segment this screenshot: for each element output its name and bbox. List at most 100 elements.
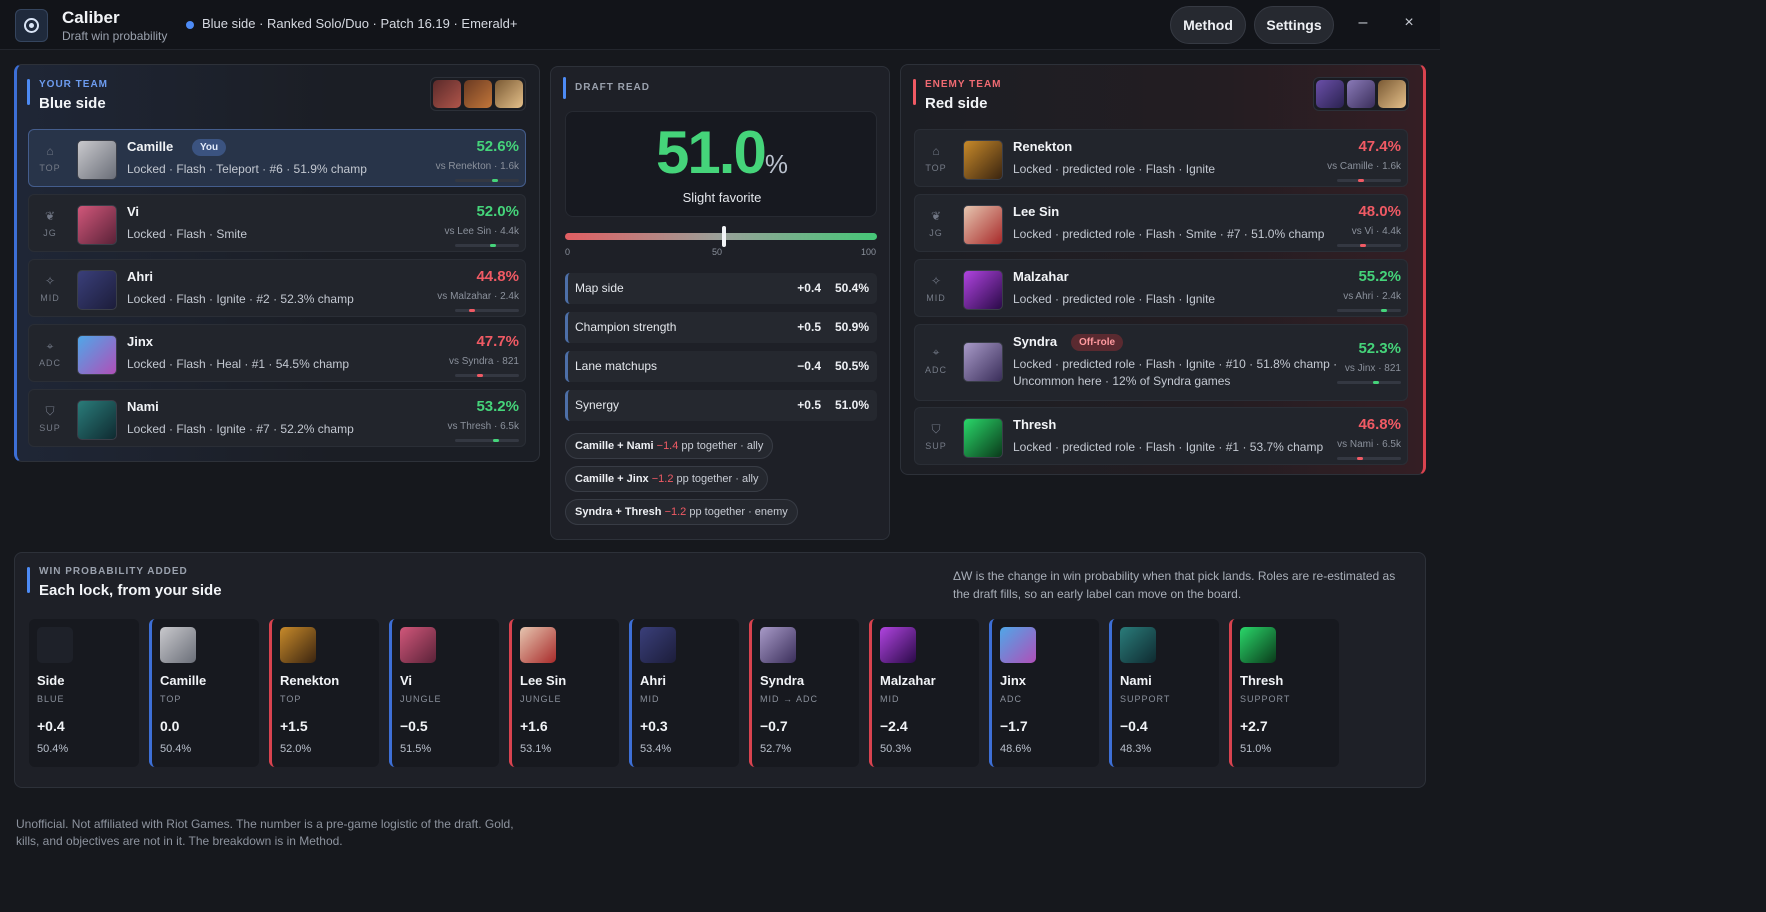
matchup-vs: vs Vi · 4.4k	[1351, 226, 1401, 237]
card-role: TOP	[160, 694, 182, 704]
matchup-marker	[490, 244, 496, 247]
lock-card-ahri[interactable]: Ahri MID +0.3 53.4%	[629, 619, 739, 767]
enemy-row-jungle[interactable]: ❦ JG Lee Sin Locked · predicted role · F…	[914, 194, 1408, 252]
side-indicator-dot	[186, 21, 194, 29]
ally-row-jungle[interactable]: ❦ JG Vi Locked · Flash · Smite 52.0% vs …	[28, 194, 526, 252]
matchup-vs: vs Renekton · 1.6k	[435, 161, 519, 172]
factor-lane-matchups[interactable]: Lane matchups −0.4 50.5%	[565, 351, 877, 382]
off-role-badge: Off-role	[1071, 334, 1124, 351]
champion-portrait	[963, 270, 1003, 310]
ally-row-support[interactable]: ⛉ SUP Nami Locked · Flash · Ignite · #7 …	[28, 389, 526, 447]
card-name: Malzahar	[880, 673, 936, 688]
factor-value: 50.5%	[834, 359, 869, 373]
matchup-bar	[455, 374, 519, 377]
matchup-marker	[1373, 381, 1379, 384]
lock-card-side[interactable]: Side BLUE +0.4 50.4%	[29, 619, 139, 767]
section-accent	[27, 567, 30, 593]
champion-name: Nami	[127, 399, 159, 414]
matchup-marker	[1358, 179, 1364, 182]
you-badge: You	[192, 139, 227, 156]
matchup-marker	[1381, 309, 1387, 312]
synergy-chip[interactable]: Camille + Jinx −1.2 pp together · ally	[565, 466, 769, 492]
enemy-row-adc[interactable]: ⌖ ADC Syndra Off-role Locked · predicted…	[914, 324, 1408, 401]
champion-portrait	[77, 270, 117, 310]
win-probability-bar	[565, 233, 877, 240]
synergy-chip[interactable]: Camille + Nami −1.4 pp together · ally	[565, 433, 774, 459]
timeline-note: ΔW is the change in win probability when…	[953, 569, 1396, 601]
champion-details: Locked · Flash · Heal · #1 · 54.5% champ	[127, 357, 350, 371]
lock-card-lee-sin[interactable]: Lee Sin JUNGLE +1.6 53.1%	[509, 619, 619, 767]
champion-portrait	[1120, 627, 1156, 663]
matchup-win-rate: 52.3%	[1358, 340, 1401, 357]
role-label: SUP	[925, 441, 947, 451]
matchup-bar	[455, 244, 519, 247]
your-team-title: Blue side	[39, 95, 106, 112]
card-role: BLUE	[37, 694, 65, 704]
matchup-win-rate: 46.8%	[1358, 416, 1401, 433]
ally-row-mid[interactable]: ✧ MID Ahri Locked · Flash · Ignite · #2 …	[28, 259, 526, 317]
factor-synergy[interactable]: Synergy +0.5 51.0%	[565, 390, 877, 421]
champion-details: Locked · predicted role · Flash · Ignite…	[1013, 440, 1324, 454]
lock-card-camille[interactable]: Camille TOP 0.0 50.4%	[149, 619, 259, 767]
lock-card-renekton[interactable]: Renekton TOP +1.5 52.0%	[269, 619, 379, 767]
your-team-kicker: YOUR TEAM	[39, 79, 108, 90]
win-probability: 51.0%	[566, 118, 878, 187]
card-name: Vi	[400, 673, 413, 688]
champion-portrait	[160, 627, 196, 663]
synergy-chip[interactable]: Syndra + Thresh −1.2 pp together · enemy	[565, 499, 798, 525]
role-label: SUP	[39, 423, 61, 433]
factor-value: 50.4%	[834, 281, 869, 295]
app-subtitle: Draft win probability	[62, 29, 168, 43]
ally-row-top[interactable]: ⌂ TOP Camille You Locked · Flash · Telep…	[28, 129, 526, 187]
ally-row-adc[interactable]: ⌖ ADC Jinx Locked · Flash · Heal · #1 · …	[28, 324, 526, 382]
matchup-win-rate: 48.0%	[1358, 203, 1401, 220]
factor-map-side[interactable]: Map side +0.4 50.4%	[565, 273, 877, 304]
champion-details: Locked · predicted role · Flash · Ignite	[1013, 292, 1216, 306]
enemy-row-top[interactable]: ⌂ TOP Renekton Locked · predicted role ·…	[914, 129, 1408, 187]
synergy-delta: −1.2	[651, 473, 674, 485]
minimize-button[interactable]: –	[1353, 14, 1373, 32]
leaf-icon: ❦	[44, 209, 56, 223]
role-label: JG	[43, 228, 57, 238]
synergy-text: pp together · ally	[676, 473, 759, 485]
card-role: MID → ADC	[760, 694, 819, 704]
lock-card-syndra[interactable]: Syndra MID → ADC −0.7 52.7%	[749, 619, 859, 767]
synergy-text: pp together · ally	[681, 440, 764, 452]
card-name: Renekton	[280, 673, 340, 688]
app-name: Caliber	[62, 8, 120, 27]
close-button[interactable]: ×	[1399, 14, 1419, 32]
champion-portrait	[760, 627, 796, 663]
lock-card-jinx[interactable]: Jinx ADC −1.7 48.6%	[989, 619, 1099, 767]
card-win: 50.3%	[880, 743, 912, 755]
lock-card-vi[interactable]: Vi JUNGLE −0.5 51.5%	[389, 619, 499, 767]
card-win: 50.4%	[160, 743, 192, 755]
matchup-vs: vs Ahri · 2.4k	[1343, 291, 1401, 302]
card-delta: +1.5	[280, 718, 308, 734]
enemy-row-mid[interactable]: ✧ MID Malzahar Locked · predicted role ·…	[914, 259, 1408, 317]
method-button[interactable]: Method	[1170, 6, 1246, 44]
your-team-panel: YOUR TEAM Blue side ⌂ TOP Camille You Lo…	[14, 64, 540, 462]
role-label: JG	[929, 228, 943, 238]
role-label: TOP	[39, 163, 61, 173]
champion-details: Locked · Flash · Smite	[127, 227, 248, 241]
lock-card-thresh[interactable]: Thresh SUPPORT +2.7 51.0%	[1229, 619, 1339, 767]
champion-name: Syndra	[1013, 334, 1058, 349]
champion-portrait	[77, 140, 117, 180]
matchup-win-rate: 47.4%	[1358, 138, 1401, 155]
lock-card-nami[interactable]: Nami SUPPORT −0.4 48.3%	[1109, 619, 1219, 767]
factor-champion-strength[interactable]: Champion strength +0.5 50.9%	[565, 312, 877, 343]
champion-portrait	[880, 627, 916, 663]
card-delta: −1.7	[1000, 718, 1028, 734]
champion-portrait	[77, 400, 117, 440]
card-role: JUNGLE	[400, 694, 442, 704]
card-delta: +2.7	[1240, 718, 1268, 734]
champion-name: Thresh	[1013, 417, 1057, 432]
tower-icon: ⌂	[932, 144, 940, 158]
enemy-row-support[interactable]: ⛉ SUP Thresh Locked · predicted role · F…	[914, 407, 1408, 465]
settings-button[interactable]: Settings	[1254, 6, 1334, 44]
scale-max: 100	[861, 247, 877, 257]
champion-portrait	[77, 205, 117, 245]
scale-mid: 50	[712, 247, 723, 257]
lock-card-malzahar[interactable]: Malzahar MID −2.4 50.3%	[869, 619, 979, 767]
card-win: 52.7%	[760, 743, 792, 755]
